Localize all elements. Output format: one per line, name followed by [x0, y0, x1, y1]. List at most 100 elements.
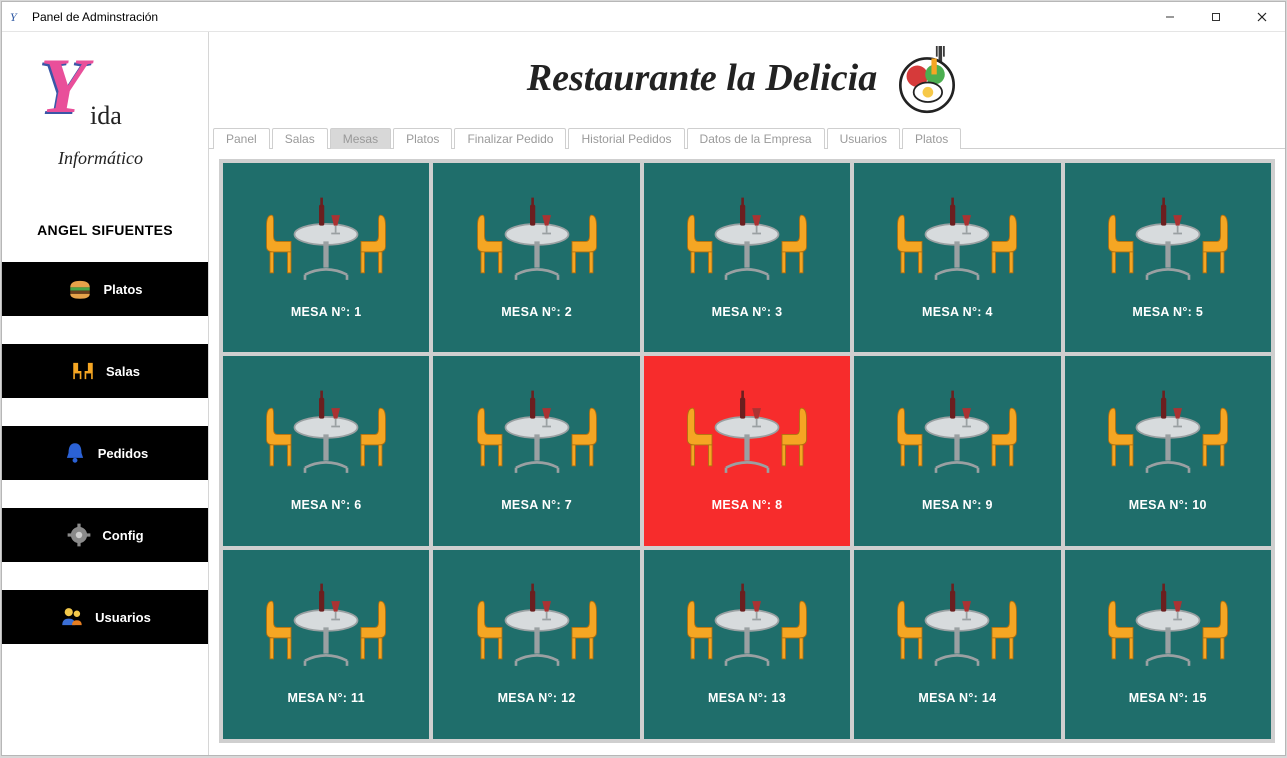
table-icon	[677, 187, 817, 287]
mesa-card[interactable]: MESA N°: 13	[644, 550, 850, 739]
mesa-card[interactable]: MESA N°: 4	[854, 163, 1060, 352]
tab-label: Finalizar Pedido	[467, 132, 553, 146]
mesa-label: MESA N°: 13	[708, 691, 786, 705]
tabstrip: Panel Salas Mesas Platos Finalizar Pedido His…	[209, 124, 1285, 149]
svg-text:Informático: Informático	[57, 148, 143, 168]
table-icon	[256, 573, 396, 673]
app-icon: Y	[10, 9, 26, 25]
mesa-label: MESA N°: 2	[501, 305, 572, 319]
mesa-card[interactable]: MESA N°: 9	[854, 356, 1060, 545]
table-icon	[887, 187, 1027, 287]
sidebar: Y Y ida Informático ANGEL SIFUENTES	[2, 32, 209, 755]
main-area: Restaurante la Delicia PanelS	[209, 32, 1285, 755]
mesa-label: MESA N°: 11	[288, 691, 365, 705]
nav-config[interactable]: Config	[2, 508, 208, 562]
mesa-card[interactable]: MESA N°: 6	[223, 356, 429, 545]
tab-salas[interactable]: Salas	[272, 128, 328, 149]
mesa-card[interactable]: MESA N°: 5	[1065, 163, 1271, 352]
mesa-card[interactable]: MESA N°: 3	[644, 163, 850, 352]
mesa-card[interactable]: MESA N°: 8	[644, 356, 850, 545]
tab-label: Panel	[226, 132, 257, 146]
tab-historial-pedidos[interactable]: Historial Pedidos	[568, 128, 684, 149]
table-icon	[1098, 573, 1238, 673]
nav-usuarios[interactable]: Usuarios	[2, 590, 208, 644]
tab-label: Mesas	[343, 132, 378, 146]
mesa-card[interactable]: MESA N°: 1	[223, 163, 429, 352]
mesa-label: MESA N°: 1	[291, 305, 362, 319]
tab-label: Usuarios	[840, 132, 887, 146]
restaurant-title: Restaurante la Delicia	[527, 56, 877, 100]
mesa-card[interactable]: MESA N°: 12	[433, 550, 639, 739]
titlebar: Y Panel de Adminstración	[2, 2, 1285, 32]
nav-pedidos[interactable]: Pedidos	[2, 426, 208, 480]
table-icon	[256, 380, 396, 480]
table-icon	[677, 573, 817, 673]
tab-label: Platos	[406, 132, 439, 146]
close-button[interactable]	[1239, 2, 1285, 32]
mesa-label: MESA N°: 6	[291, 498, 362, 512]
tab-platos[interactable]: Platos	[393, 128, 452, 149]
table-icon	[677, 380, 817, 480]
table-icon	[887, 380, 1027, 480]
nav-label: Platos	[103, 282, 142, 297]
mesa-label: MESA N°: 7	[501, 498, 572, 512]
mesa-card[interactable]: MESA N°: 2	[433, 163, 639, 352]
sidebar-nav: Platos	[2, 262, 208, 644]
mesa-grid: MESA N°: 1 MESA N°: 2 MESA N°: 3 MESA N°: 4…	[219, 159, 1275, 743]
mesa-card[interactable]: MESA N°: 11	[223, 550, 429, 739]
chairs-icon	[70, 358, 96, 384]
nav-label: Pedidos	[98, 446, 149, 461]
nav-label: Usuarios	[95, 610, 151, 625]
mesa-label: MESA N°: 3	[712, 305, 783, 319]
gear-icon	[66, 522, 92, 548]
mesa-label: MESA N°: 9	[922, 498, 993, 512]
table-icon	[1098, 380, 1238, 480]
window-title: Panel de Adminstración	[32, 10, 1147, 24]
mesa-card[interactable]: MESA N°: 15	[1065, 550, 1271, 739]
current-user-label: ANGEL SIFUENTES	[37, 222, 173, 238]
tab-mesas[interactable]: Mesas	[330, 128, 391, 149]
svg-text:Y: Y	[40, 42, 94, 129]
mesa-label: MESA N°: 10	[1129, 498, 1207, 512]
mesa-card[interactable]: MESA N°: 7	[433, 356, 639, 545]
mesa-card[interactable]: MESA N°: 14	[854, 550, 1060, 739]
app-window: Y Panel de Adminstración Y Y ida Infor	[1, 1, 1286, 756]
tab-datos-de-la-empresa[interactable]: Datos de la Empresa	[687, 128, 825, 149]
header: Restaurante la Delicia	[209, 32, 1285, 124]
tab-panel[interactable]: Panel	[213, 128, 270, 149]
table-icon	[887, 573, 1027, 673]
mesa-label: MESA N°: 5	[1132, 305, 1203, 319]
table-icon	[256, 187, 396, 287]
tab-finalizar-pedido[interactable]: Finalizar Pedido	[454, 128, 566, 149]
mesa-panel: MESA N°: 1 MESA N°: 2 MESA N°: 3 MESA N°: 4…	[209, 149, 1285, 755]
mesa-label: MESA N°: 15	[1129, 691, 1207, 705]
nav-salas[interactable]: Salas	[2, 344, 208, 398]
mesa-label: MESA N°: 4	[922, 305, 993, 319]
svg-text:Y: Y	[10, 10, 18, 24]
window-controls	[1147, 2, 1285, 32]
svg-text:ida: ida	[90, 101, 122, 130]
table-icon	[1098, 187, 1238, 287]
food-plate-icon	[887, 41, 967, 115]
tab-label: Platos	[915, 132, 948, 146]
tab-label: Salas	[285, 132, 315, 146]
nav-label: Config	[102, 528, 143, 543]
tab-label: Datos de la Empresa	[700, 132, 812, 146]
maximize-button[interactable]	[1193, 2, 1239, 32]
tab-platos[interactable]: Platos	[902, 128, 961, 149]
mesa-label: MESA N°: 12	[498, 691, 576, 705]
bell-icon	[62, 440, 88, 466]
nav-platos[interactable]: Platos	[2, 262, 208, 316]
minimize-button[interactable]	[1147, 2, 1193, 32]
mesa-label: MESA N°: 8	[712, 498, 783, 512]
tab-usuarios[interactable]: Usuarios	[827, 128, 900, 149]
users-icon	[59, 604, 85, 630]
nav-label: Salas	[106, 364, 140, 379]
table-icon	[467, 380, 607, 480]
logo: Y Y ida Informático	[20, 42, 190, 182]
mesa-card[interactable]: MESA N°: 10	[1065, 356, 1271, 545]
table-icon	[467, 573, 607, 673]
table-icon	[467, 187, 607, 287]
mesa-label: MESA N°: 14	[918, 691, 996, 705]
burger-icon	[67, 276, 93, 302]
